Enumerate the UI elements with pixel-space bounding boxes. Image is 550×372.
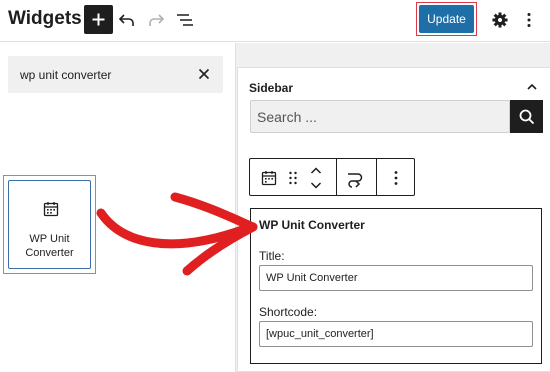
calendar-icon[interactable] <box>260 169 278 187</box>
drag-handle-icon[interactable] <box>286 170 300 186</box>
toolbar-separator <box>376 159 377 195</box>
transform-icon[interactable] <box>345 168 365 188</box>
sidebar-search-button[interactable] <box>510 100 543 133</box>
inserter-search-value: wp unit converter <box>20 68 112 82</box>
update-button[interactable]: Update <box>419 5 474 33</box>
calendar-icon <box>43 202 59 217</box>
editor-header: Widgets Update <box>0 0 550 42</box>
add-block-button[interactable] <box>84 5 113 34</box>
shortcode-field-label: Shortcode: <box>259 305 318 319</box>
block-result-label: WP Unit Converter <box>9 232 90 260</box>
block-result-wp-unit-converter[interactable]: WP Unit Converter <box>8 180 91 269</box>
block-result-highlight: WP Unit Converter <box>3 175 96 274</box>
close-icon[interactable] <box>195 65 213 83</box>
widget-title: WP Unit Converter <box>259 218 365 232</box>
move-up-down-icon[interactable] <box>308 163 324 193</box>
sidebar-search-input[interactable] <box>251 101 509 132</box>
toolbar-separator <box>336 159 337 195</box>
page-title: Widgets <box>8 8 82 29</box>
undo-icon[interactable] <box>116 9 138 31</box>
block-inserter-panel: wp unit converter WP Unit Converter <box>0 43 235 372</box>
redo-icon[interactable] <box>145 9 167 31</box>
search-icon <box>519 109 534 124</box>
update-button-highlight: Update <box>416 2 477 36</box>
gear-icon[interactable] <box>489 9 511 31</box>
widget-block[interactable]: WP Unit Converter Title: Shortcode: <box>250 208 542 364</box>
more-vertical-icon[interactable] <box>518 9 540 31</box>
plus-icon <box>92 13 105 26</box>
chevron-up-icon[interactable] <box>524 79 540 95</box>
list-view-icon[interactable] <box>174 9 196 31</box>
sidebar-search-field[interactable] <box>250 100 510 133</box>
inserter-search-input[interactable]: wp unit converter <box>8 56 223 93</box>
more-vertical-icon[interactable] <box>386 168 406 188</box>
title-field[interactable] <box>259 265 533 291</box>
shortcode-field[interactable] <box>259 321 533 347</box>
title-field-label: Title: <box>259 249 285 263</box>
sidebar-title: Sidebar <box>249 81 294 95</box>
block-label-line1: WP Unit <box>29 233 70 245</box>
block-toolbar <box>249 158 415 196</box>
block-label-line2: Converter <box>25 247 74 259</box>
